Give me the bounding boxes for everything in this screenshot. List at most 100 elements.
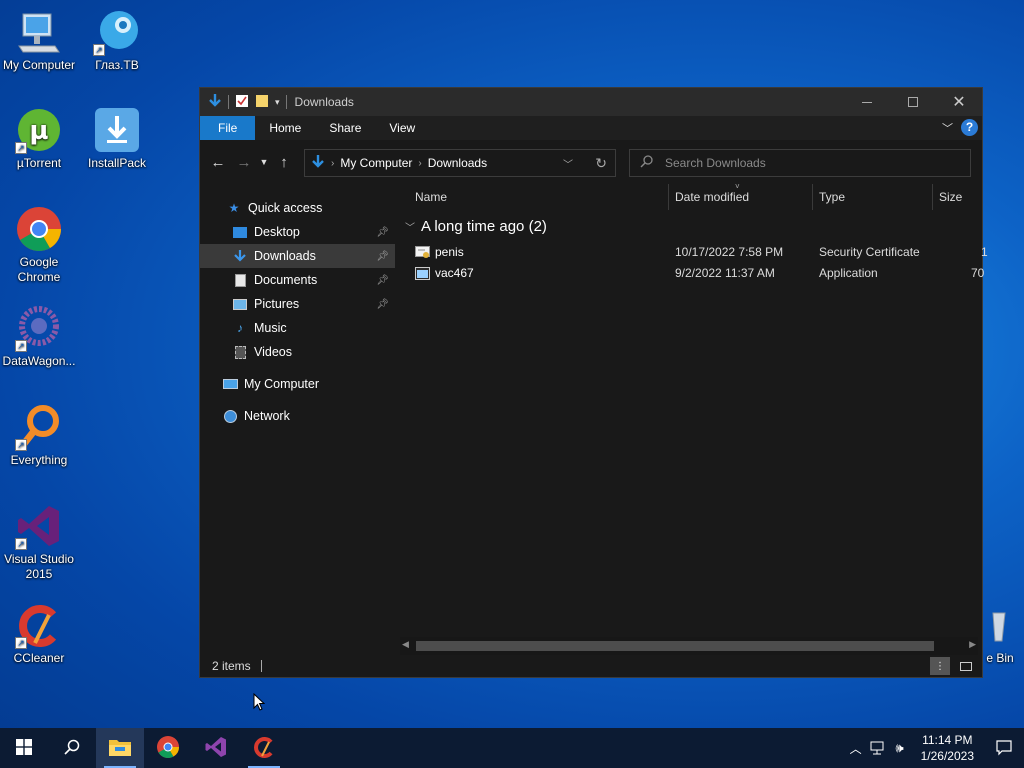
group-header[interactable]: ﹀ A long time ago (2) [405,218,547,235]
file-type: Application [819,266,878,280]
help-icon[interactable]: ? [961,119,978,136]
taskbar-file-explorer[interactable] [96,728,144,768]
breadcrumb-my-computer[interactable]: My Computer [340,156,412,170]
desktop-icon-label: My Computer [2,58,76,72]
collapse-chevron-icon: ﹀ [405,223,415,234]
videos-folder-icon [232,345,248,359]
properties-icon[interactable] [235,94,249,111]
pin-icon[interactable]: 📌︎ [376,227,389,238]
desktop-icon-google-chrome[interactable]: Google Chrome [0,205,78,285]
desktop-icon-glaz-tv[interactable]: ↗ Глаз.TB [78,8,156,73]
column-header-date[interactable]: Date modified ˅ [669,182,813,210]
scroll-left-icon[interactable]: ◀ [402,639,409,650]
explorer-window: ▾ Downloads ✕ File Home Share View ﹀ ? ←… [199,87,988,678]
clock[interactable]: 11:14 PM 1/26/2023 [911,732,984,764]
certificate-icon [415,246,430,262]
status-divider [260,660,262,672]
file-name: vac467 [435,266,474,280]
start-button[interactable] [0,728,48,768]
file-explorer-icon [108,737,132,760]
back-button[interactable]: ← [205,154,231,171]
taskbar-chrome[interactable] [144,728,192,768]
search-input[interactable]: Search Downloads [629,149,971,177]
pin-icon[interactable]: 📌︎ [376,251,389,262]
address-bar[interactable]: › My Computer › Downloads ﹀ ↻ [304,149,616,177]
chrome-icon [15,205,63,253]
column-label: Size [939,190,963,204]
windows-logo-icon [16,738,32,758]
nav-item-desktop[interactable]: Desktop 📌︎ [200,220,395,244]
nav-item-pictures[interactable]: Pictures 📌︎ [200,292,395,316]
ribbon-tabs: File Home Share View ﹀ ? [200,116,982,140]
forward-button[interactable]: → [231,154,257,171]
maximize-button[interactable] [890,88,936,116]
breadcrumb-downloads[interactable]: Downloads [428,156,487,170]
file-row-penis[interactable]: penis 10/17/2022 7:58 PM Security Certif… [395,242,988,263]
taskbar-visual-studio[interactable] [192,728,240,768]
desktop-icon-installpack[interactable]: InstallPack [78,106,156,171]
search-placeholder: Search Downloads [665,156,766,170]
pictures-folder-icon [232,297,248,311]
utorrent-icon: µ ↗ [15,106,63,154]
star-icon: ★ [228,201,240,215]
large-icons-view-button[interactable] [956,657,976,675]
horizontal-scrollbar[interactable]: ◀ ▶ [400,637,978,655]
desktop-icon-label: InstallPack [87,156,147,170]
title-bar[interactable]: ▾ Downloads ✕ [200,88,982,116]
volume-icon[interactable]: 🕪︎ [889,740,911,756]
pin-icon[interactable]: 📌︎ [376,275,389,286]
tab-share[interactable]: Share [315,116,375,140]
nav-item-downloads[interactable]: Downloads 📌︎ [200,244,395,268]
documents-folder-icon [232,273,248,287]
tab-file[interactable]: File [200,116,256,140]
nav-item-my-computer[interactable]: My Computer [200,372,395,396]
nav-item-label: Network [244,409,290,423]
status-bar: 2 items ⋮ [200,655,982,677]
recent-locations-button[interactable]: ▼ [257,157,271,167]
new-folder-icon[interactable] [255,94,269,111]
visual-studio-icon [204,735,228,762]
action-center-button[interactable] [984,740,1024,756]
nav-item-music[interactable]: ♪ Music [200,316,395,340]
desktop-icon-visual-studio[interactable]: ↗ Visual Studio 2015 [0,502,78,582]
nav-item-label: Music [254,321,287,335]
nav-item-network[interactable]: Network [200,404,395,428]
desktop-icon-everything[interactable]: ↗ Everything [0,403,78,468]
close-button[interactable]: ✕ [936,88,982,116]
up-button[interactable]: ↑ [271,154,297,171]
nav-item-label: Videos [254,345,292,359]
pin-icon[interactable]: 📌︎ [376,299,389,310]
nav-item-label: Documents [254,273,318,287]
installpack-icon [93,106,141,154]
show-hidden-icons-button[interactable]: ︿ [845,740,867,757]
desktop-icon-ccleaner[interactable]: ↗ CCleaner [0,601,78,666]
search-button[interactable] [48,728,96,768]
scrollbar-thumb[interactable] [416,641,934,651]
ribbon-right-controls: ﹀ ? [942,119,978,136]
column-header-size[interactable]: Size [933,184,993,210]
nav-item-label: Downloads [254,249,316,263]
customize-toolbar-icon[interactable]: ▾ [275,97,280,108]
network-status-icon[interactable] [867,741,889,755]
desktop-icon-utorrent[interactable]: µ ↗ µTorrent [0,106,78,171]
nav-quick-access[interactable]: ★ Quick access [200,196,395,220]
taskbar-ccleaner[interactable] [240,728,288,768]
refresh-icon[interactable]: ↻ [595,155,607,172]
column-header-type[interactable]: Type [813,184,933,210]
desktop-icon-datawagon[interactable]: ↗ DataWagon... [0,304,78,369]
column-header-name[interactable]: Name [409,184,669,210]
address-dropdown-icon[interactable]: ﹀ [563,156,573,171]
nav-item-videos[interactable]: Videos [200,340,395,364]
tab-view[interactable]: View [375,116,429,140]
minimize-button[interactable] [844,88,890,116]
nav-item-documents[interactable]: Documents 📌︎ [200,268,395,292]
expand-ribbon-icon[interactable]: ﹀ [942,120,953,136]
close-icon: ✕ [952,94,966,111]
desktop-icon-label: Visual Studio 2015 [4,552,74,581]
column-label: Type [819,190,846,204]
file-row-vac467[interactable]: vac467 9/2/2022 11:37 AM Application 70 [395,263,984,284]
tab-home[interactable]: Home [255,116,315,140]
desktop-icon-my-computer[interactable]: My Computer [0,8,78,73]
details-view-button[interactable]: ⋮ [930,657,950,675]
scroll-right-icon[interactable]: ▶ [969,639,976,650]
